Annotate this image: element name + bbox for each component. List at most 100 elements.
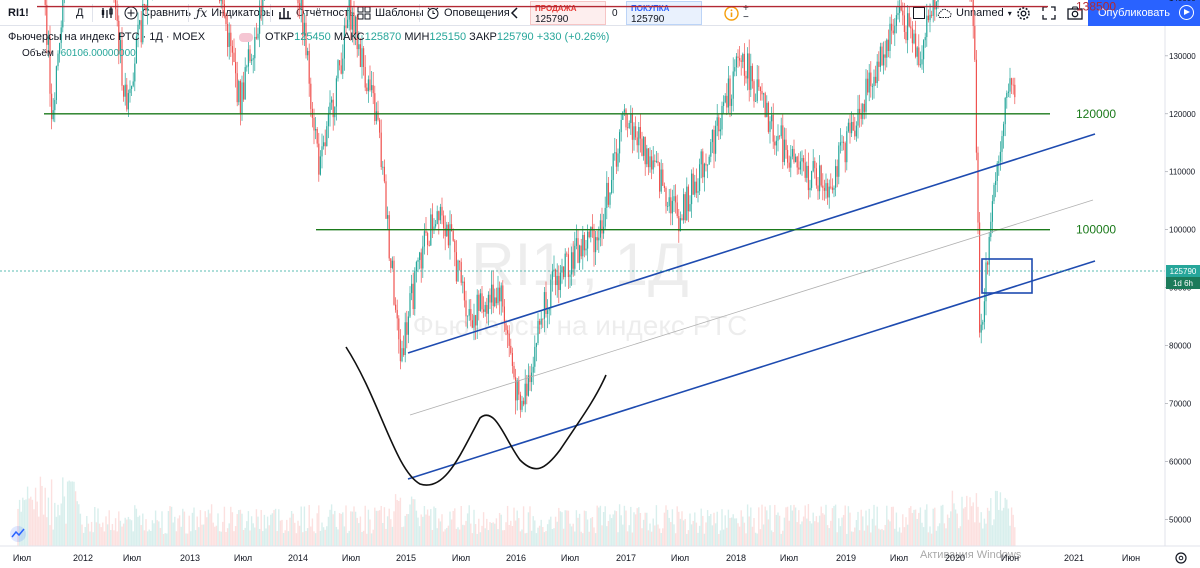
volume-bar (692, 520, 694, 546)
candle-body (615, 152, 617, 167)
candle-body (599, 220, 601, 238)
tradingview-logo[interactable] (10, 526, 26, 542)
volume-bar (89, 531, 91, 546)
candle-body (115, 0, 117, 10)
candle-body (566, 253, 568, 255)
volume-bar (114, 518, 117, 546)
candle-body (331, 99, 333, 103)
level-label-100000: 100000 (1076, 223, 1116, 237)
volume-bar (892, 506, 894, 546)
volume-bar (604, 506, 606, 546)
volume-bar (39, 476, 42, 546)
candle-body (116, 9, 118, 21)
volume-bar (246, 521, 248, 546)
candle-body (143, 4, 145, 6)
volume-bar (898, 527, 901, 546)
candle-body (481, 293, 483, 310)
candle-body (737, 56, 739, 58)
volume-bar (870, 532, 872, 546)
candle-body (519, 394, 521, 410)
volume-bar (396, 499, 398, 546)
volume-bar (49, 525, 51, 546)
candle-body (767, 102, 769, 132)
volume-bar (81, 524, 83, 546)
candle-body (422, 246, 424, 269)
volume-bar (140, 525, 142, 546)
candle-body (126, 84, 128, 110)
volume-bar (454, 508, 456, 546)
volume-bar (889, 521, 891, 546)
candle-body (895, 15, 897, 26)
volume-bar (484, 528, 486, 546)
candle-body (659, 162, 661, 192)
candle-body (927, 15, 929, 21)
candle-body (467, 315, 469, 317)
volume-bar (810, 523, 813, 546)
volume-bar (446, 527, 448, 546)
candle-body (383, 166, 385, 182)
candle-body (238, 81, 240, 103)
volume-bar (580, 531, 582, 546)
volume-bar (530, 530, 533, 546)
volume-bar (350, 511, 352, 546)
volume-bar (546, 524, 549, 546)
volume-bar (626, 531, 629, 546)
volume-bar (106, 524, 109, 546)
candle-body (887, 39, 889, 51)
volume-bar (882, 530, 885, 546)
candle-body (225, 16, 227, 25)
volume-bar (343, 526, 346, 546)
volume-bar (180, 526, 182, 546)
candle-body (369, 79, 371, 91)
volume-bar (150, 530, 152, 546)
low-label: МИН (404, 31, 430, 43)
candle-body (787, 149, 789, 163)
legend-title[interactable]: Фьючерсы на индекс РТС · 1Д · MOEX (8, 31, 205, 43)
volume-bar (73, 481, 75, 546)
volume-bar (930, 533, 933, 546)
price-chart[interactable]: RI1!, 1Д Фьючерсы на индекс РТС 15260013… (0, 0, 1200, 568)
volume-bar (756, 533, 758, 546)
volume-bar (630, 506, 632, 546)
volume-bar (881, 528, 883, 546)
volume-bar (342, 512, 344, 546)
candle-body (843, 141, 845, 144)
candle-body (867, 78, 869, 93)
candle-body (471, 320, 473, 328)
volume-bar (522, 506, 525, 546)
volume-bar (156, 520, 158, 546)
candle-body (806, 165, 808, 178)
volume-bar (662, 528, 664, 546)
volume-bar (311, 518, 314, 546)
volume-bar (559, 511, 562, 546)
candle-body (755, 101, 757, 102)
candle-body (777, 135, 779, 141)
candle-body (236, 73, 238, 103)
candle-body (403, 348, 405, 356)
legend-visibility-toggle[interactable] (239, 32, 254, 42)
candle-body (817, 185, 819, 192)
volume-label[interactable]: Объём (22, 48, 54, 59)
volume-bar (740, 510, 742, 546)
volume-bar (866, 525, 869, 546)
pattern-curve[interactable] (345, 346, 607, 486)
candle-body (894, 25, 896, 34)
candle-body (995, 180, 997, 185)
candle-body (835, 166, 837, 188)
volume-bar (958, 528, 960, 546)
candle-body (710, 142, 712, 157)
volume-bar (668, 517, 670, 546)
volume-bar (98, 523, 101, 546)
candle-body (366, 87, 368, 92)
settings-axis-button[interactable] (1175, 552, 1187, 564)
candle-body (681, 218, 683, 221)
volume-bar (390, 519, 392, 546)
volume-bar (777, 512, 779, 546)
volume-bar (655, 505, 658, 546)
candle-body (891, 23, 893, 31)
volume-bar (913, 509, 915, 546)
candle-body (507, 330, 509, 334)
volume-bar (961, 496, 963, 546)
candle-body (974, 26, 976, 60)
candle-body (833, 187, 835, 190)
